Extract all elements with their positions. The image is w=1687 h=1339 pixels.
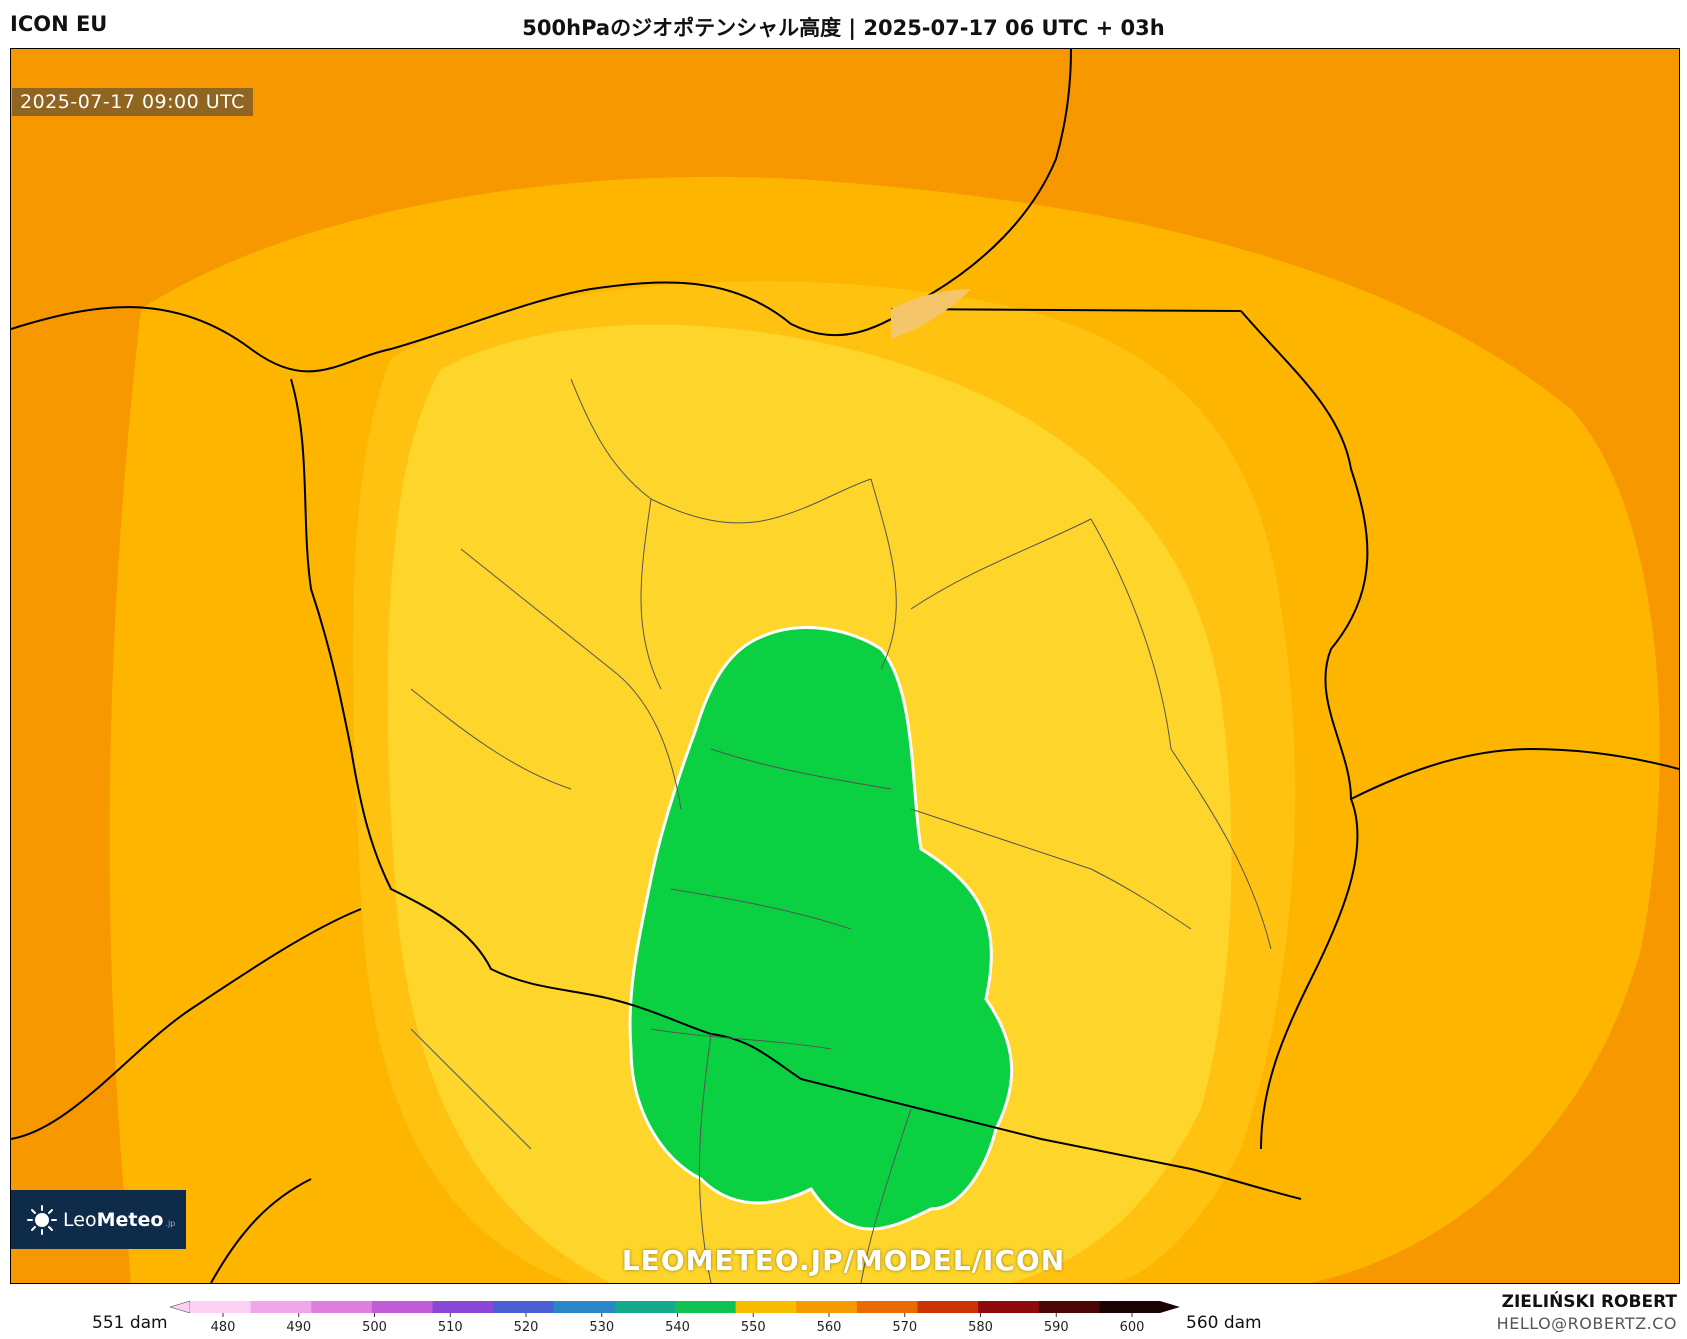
geopotential-map bbox=[11, 49, 1679, 1283]
colorbar-tick-label: 600 bbox=[1120, 1320, 1145, 1335]
colorbar-tick-label: 500 bbox=[362, 1320, 387, 1335]
colorbar-tick-label: 590 bbox=[1044, 1320, 1069, 1335]
colorbar-cell bbox=[432, 1301, 494, 1313]
map-canvas[interactable] bbox=[10, 48, 1680, 1284]
colorbar-left-label: 551 dam bbox=[92, 1313, 168, 1333]
colorbar-cell bbox=[917, 1301, 979, 1313]
logo-suffix: .jp bbox=[165, 1219, 176, 1228]
colorbar-cell bbox=[190, 1301, 252, 1313]
colorbar-arrow-right bbox=[1160, 1301, 1180, 1313]
colorbar-tick-label: 560 bbox=[817, 1320, 842, 1335]
colorbar-cell bbox=[856, 1301, 918, 1313]
colorbar-tick-label: 550 bbox=[741, 1320, 766, 1335]
sun-icon bbox=[27, 1204, 57, 1235]
colorbar-cell bbox=[311, 1301, 373, 1313]
colorbar-cell bbox=[675, 1301, 737, 1313]
colorbar-tick-label: 570 bbox=[892, 1320, 917, 1335]
valid-time-label: 2025-07-17 09:00 UTC bbox=[12, 88, 253, 116]
colorbar-ticks: 480 490 500 510 520 530 540 550 560 570 580 590 600 bbox=[211, 1313, 1145, 1335]
colorbar-tick-label: 540 bbox=[665, 1320, 690, 1335]
colorbar-cell bbox=[1038, 1301, 1100, 1313]
colorbar-tick-label: 480 bbox=[211, 1320, 236, 1335]
colorbar-cell bbox=[614, 1301, 676, 1313]
logo-text: LeoMeteo bbox=[63, 1208, 164, 1231]
colorbar-tick-label: 520 bbox=[514, 1320, 539, 1335]
colorbar-tick-label: 530 bbox=[589, 1320, 614, 1335]
leometeo-logo[interactable]: LeoMeteo .jp bbox=[11, 1190, 186, 1249]
colorbar-cell bbox=[1099, 1301, 1161, 1313]
colorbar-cell bbox=[553, 1301, 615, 1313]
colorbar-cells bbox=[170, 1300, 1180, 1314]
colorbar-arrow-left bbox=[170, 1300, 191, 1314]
colorbar-cell bbox=[796, 1301, 858, 1313]
colorbar-cell bbox=[250, 1301, 312, 1313]
author-name: ZIELIŃSKI ROBERT bbox=[1501, 1292, 1677, 1312]
author-email: HELLO@ROBERTZ.CO bbox=[1496, 1314, 1677, 1333]
colorbar-tick-label: 510 bbox=[438, 1320, 463, 1335]
colorbar-cell bbox=[978, 1301, 1040, 1313]
colorbar-cell bbox=[371, 1301, 433, 1313]
colorbar-cell bbox=[735, 1301, 797, 1313]
colorbar: 480 490 500 510 520 530 540 550 560 570 580 590 600 bbox=[170, 1300, 1180, 1335]
chart-title: 500hPaのジオポテンシャル高度 | 2025-07-17 06 UTC + … bbox=[522, 16, 1165, 40]
colorbar-cell bbox=[493, 1301, 555, 1313]
colorbar-tick-label: 580 bbox=[968, 1320, 993, 1335]
colorbar-right-label: 560 dam bbox=[1186, 1313, 1262, 1333]
colorbar-tick-label: 490 bbox=[286, 1320, 311, 1335]
watermark-url: LEOMETEO.JP/MODEL/ICON bbox=[621, 1244, 1066, 1277]
